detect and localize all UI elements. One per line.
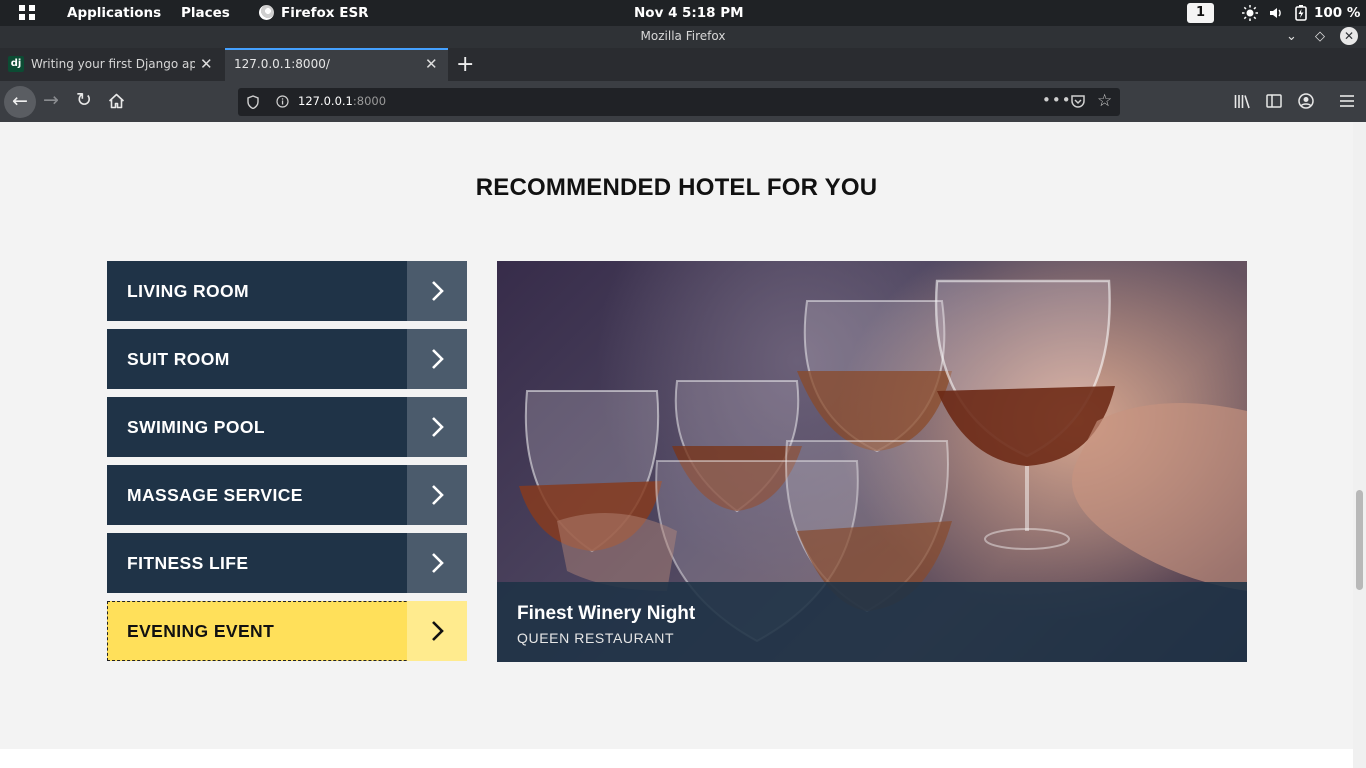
tab-localhost[interactable]: 127.0.0.1:8000/ ✕ [225, 48, 448, 81]
back-arrow-icon[interactable]: ← [4, 86, 36, 118]
workspace-indicator[interactable]: 1 [1187, 3, 1214, 23]
forward-arrow-icon[interactable]: → [43, 89, 59, 111]
apps-grid-icon[interactable] [19, 5, 36, 21]
menu-item-label: MASSAGE SERVICE [127, 485, 303, 505]
tab-label: 127.0.0.1:8000/ [234, 57, 330, 71]
menu-arrow[interactable] [407, 397, 467, 457]
page-content: RECOMMENDED HOTEL FOR YOU LIVING ROOM SU… [0, 122, 1353, 768]
reload-icon[interactable]: ↻ [76, 89, 92, 111]
window-title-bar: Mozilla Firefox ⌄ ◇ ✕ [0, 26, 1366, 48]
page-scrollbar[interactable] [1353, 122, 1366, 768]
hamburger-menu-icon[interactable] [1340, 94, 1354, 108]
menu-item-living-room[interactable]: LIVING ROOM [107, 261, 467, 321]
next-section-edge [0, 749, 1353, 768]
star-icon[interactable]: ☆ [1097, 91, 1112, 111]
menu-arrow[interactable] [407, 329, 467, 389]
chevron-right-icon [432, 349, 444, 369]
firefox-icon [259, 5, 274, 20]
section-heading: RECOMMENDED HOTEL FOR YOU [475, 174, 878, 201]
event-venue: QUEEN RESTAURANT [517, 630, 675, 646]
navigation-toolbar: ← → ↻ 127.0.0.1:8000 ••• ☆ [0, 81, 1366, 122]
volume-icon[interactable] [1268, 5, 1284, 21]
menu-arrow[interactable] [407, 465, 467, 525]
chevron-right-icon [432, 485, 444, 505]
menu-item-swimming-pool[interactable]: SWIMING POOL [107, 397, 467, 457]
menu-item-label: LIVING ROOM [127, 281, 250, 301]
event-caption: Finest Winery Night QUEEN RESTAURANT [497, 582, 1247, 662]
tab-label: Writing your first Django app, pa [31, 57, 195, 71]
more-icon[interactable]: ••• [1042, 91, 1072, 109]
window-title: Mozilla Firefox [640, 29, 726, 43]
info-icon[interactable] [276, 95, 289, 108]
menu-item-label: EVENING EVENT [127, 621, 275, 641]
battery-icon[interactable] [1295, 5, 1307, 21]
library-icon[interactable] [1234, 94, 1251, 109]
menu-arrow[interactable] [407, 261, 467, 321]
shield-icon[interactable] [247, 95, 259, 109]
tab-django-tutorial[interactable]: dj Writing your first Django app, pa ✕ [0, 48, 224, 81]
firefox-app-menu[interactable]: Firefox ESR [281, 5, 369, 21]
url-bar[interactable]: 127.0.0.1:8000 ••• ☆ [238, 88, 1120, 116]
account-icon[interactable] [1298, 93, 1314, 109]
close-tab-icon[interactable]: ✕ [200, 55, 213, 73]
menu-item-fitness-life[interactable]: FITNESS LIFE [107, 533, 467, 593]
close-tab-icon[interactable]: ✕ [425, 55, 438, 73]
restore-icon[interactable]: ◇ [1315, 27, 1325, 47]
sidebar-icon[interactable] [1266, 94, 1282, 108]
applications-menu[interactable]: Applications [67, 5, 161, 21]
clock-time[interactable]: 5:18 PM [682, 5, 744, 21]
chevron-right-icon [432, 417, 444, 437]
close-window-button[interactable]: ✕ [1340, 27, 1358, 45]
menu-arrow[interactable] [407, 601, 467, 661]
scrollbar-thumb[interactable] [1356, 490, 1363, 590]
pocket-icon[interactable] [1070, 94, 1086, 109]
url-text[interactable]: 127.0.0.1:8000 [298, 94, 386, 108]
django-favicon: dj [8, 56, 24, 72]
featured-event-image[interactable]: Finest Winery Night QUEEN RESTAURANT [497, 261, 1247, 662]
chevron-right-icon [432, 281, 444, 301]
event-title: Finest Winery Night [517, 603, 696, 624]
menu-item-label: SUIT ROOM [127, 349, 230, 369]
battery-percent: 100 % [1314, 5, 1361, 21]
menu-item-suit-room[interactable]: SUIT ROOM [107, 329, 467, 389]
chevron-right-icon [432, 621, 444, 641]
home-icon[interactable] [108, 93, 125, 109]
clock-date[interactable]: Nov 4 [634, 5, 677, 21]
new-tab-button[interactable]: + [456, 52, 474, 77]
menu-item-evening-event[interactable]: EVENING EVENT [107, 601, 467, 661]
brightness-icon[interactable] [1242, 5, 1258, 21]
menu-arrow[interactable] [407, 533, 467, 593]
menu-item-label: FITNESS LIFE [127, 553, 249, 573]
chevron-right-icon [432, 553, 444, 573]
system-top-bar: Applications Places Firefox ESR Nov 4 5:… [0, 0, 1366, 26]
menu-item-massage-service[interactable]: MASSAGE SERVICE [107, 465, 467, 525]
tab-strip: dj Writing your first Django app, pa ✕ 1… [0, 48, 1366, 81]
places-menu[interactable]: Places [181, 5, 230, 21]
chevron-down-icon[interactable]: ⌄ [1286, 27, 1297, 47]
menu-item-label: SWIMING POOL [127, 417, 265, 437]
